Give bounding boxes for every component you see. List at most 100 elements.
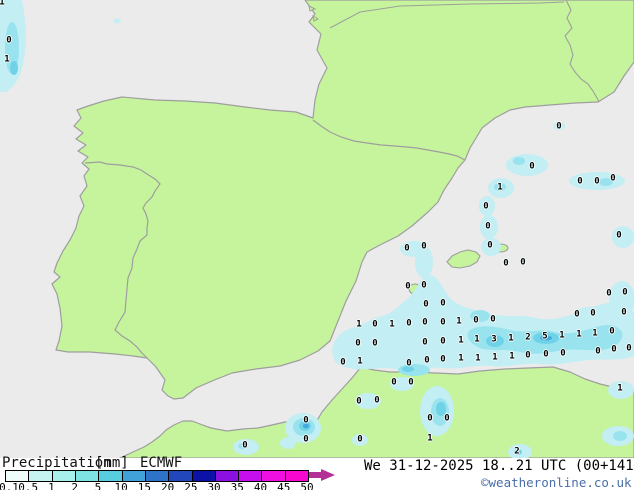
scale-tick-labels: 0.1 0.5 1 2 5 10 15 20 25 30 35 40 45 50 — [0, 481, 340, 490]
precip-value: 1 — [509, 351, 515, 362]
precip-value: 0 — [590, 308, 596, 319]
precip-value: 0 — [440, 317, 446, 328]
precip-value: 0 — [421, 280, 427, 291]
scale-segment — [145, 471, 170, 481]
precip-value: 1 — [508, 333, 514, 344]
precip-patch — [506, 154, 548, 176]
scale-tick-label: 5 — [94, 481, 102, 490]
precip-value: 0 — [626, 343, 632, 354]
precip-value: 0 — [422, 317, 428, 328]
scale-segment — [215, 471, 240, 481]
scale-tick-label: 10 — [114, 481, 128, 490]
precip-value: 0 — [423, 299, 429, 310]
precip-value: 0 — [440, 298, 446, 309]
precip-value: 0 — [6, 35, 12, 46]
precip-value: 0 — [440, 354, 446, 365]
precip-value: 0 — [487, 240, 493, 251]
precip-value: 0 — [405, 281, 411, 292]
model-label: ECMWF — [140, 455, 183, 471]
scale-segment — [192, 471, 216, 481]
legend-bar: Precipitation [mm] ECMWF 0.1 0.5 1 2 5 10 15 20… — [0, 455, 634, 490]
precip-patch — [280, 437, 296, 449]
scale-tick-label: 25 — [184, 481, 198, 490]
scale-segment — [75, 471, 100, 481]
precip-value: 0 — [621, 307, 627, 318]
precip-value: 0 — [303, 415, 309, 426]
precip-value: 1 — [497, 182, 503, 193]
scale-segment — [6, 471, 30, 481]
precip-value: 0 — [525, 350, 531, 361]
weather-map-page: 1010010000000000000000000010100010000001… — [0, 0, 634, 490]
precip-value: 0 — [242, 440, 248, 451]
precip-value: 1 — [4, 54, 10, 65]
precip-value: 1 — [356, 319, 362, 330]
precip-value: 0 — [406, 318, 412, 329]
precip-value: 0 — [406, 358, 412, 369]
precip-value: 0 — [427, 413, 433, 424]
scale-segment — [52, 471, 76, 481]
precip-value: 0 — [556, 121, 562, 132]
scale-tick-label: 35 — [230, 481, 244, 490]
precip-value: 0 — [372, 338, 378, 349]
precip-value: 0 — [356, 396, 362, 407]
precip-value: 1 — [576, 329, 582, 340]
precip-value: 0 — [408, 377, 414, 388]
precip-value: 5 — [542, 331, 548, 342]
precip-value: 0 — [485, 221, 491, 232]
unit-label: [mm] — [95, 455, 129, 471]
precip-value: 0 — [340, 357, 346, 368]
precip-value: 0 — [404, 243, 410, 254]
precip-value: 0 — [303, 434, 309, 445]
precip-patch — [513, 157, 525, 165]
precip-value: 0 — [616, 230, 622, 241]
scale-tick-label: 45 — [277, 481, 291, 490]
precip-value: 1 — [617, 383, 623, 394]
precip-value: 2 — [514, 446, 520, 457]
precip-value: 0 — [424, 355, 430, 366]
precip-value: 0 — [594, 176, 600, 187]
precip-value: 1 — [559, 330, 565, 341]
precip-value: 0 — [440, 336, 446, 347]
precip-value: 1 — [389, 319, 395, 330]
precip-value: 0 — [606, 288, 612, 299]
precip-value: 1 — [492, 352, 498, 363]
copyright-label: ©weatheronline.co.uk — [481, 475, 632, 490]
scale-segment — [169, 471, 193, 481]
scale-tick-label: 50 — [300, 481, 314, 490]
datetime-label: We 31-12-2025 18..21 UTC (00+141 — [364, 458, 634, 474]
scale-segment — [29, 471, 53, 481]
precip-value: 1 — [0, 0, 5, 8]
precip-patch — [113, 18, 121, 24]
scale-tick-label: 20 — [160, 481, 175, 490]
precip-value: 1 — [474, 334, 480, 345]
precip-value: 0 — [577, 176, 583, 187]
scale-segment — [122, 471, 146, 481]
precip-value: 1 — [357, 356, 363, 367]
precip-value: 0 — [444, 413, 450, 424]
precip-value: 1 — [456, 316, 462, 327]
precip-value: 1 — [427, 433, 433, 444]
precip-value: 0 — [473, 315, 479, 326]
scale-tick-label: 0.5 — [18, 481, 39, 490]
precip-value: 0 — [543, 349, 549, 360]
precip-value: 0 — [372, 319, 378, 330]
scale-segment — [239, 471, 263, 481]
precip-value: 0 — [374, 395, 380, 406]
precip-value: 0 — [520, 257, 526, 268]
scale-segment — [262, 471, 286, 481]
precip-value: 0 — [422, 337, 428, 348]
precip-value: 0 — [391, 377, 397, 388]
precip-patch — [10, 61, 18, 75]
precip-value: 1 — [458, 335, 464, 346]
scale-tick-label: 2 — [71, 481, 78, 490]
precip-value: 0 — [610, 173, 616, 184]
map-canvas — [0, 0, 634, 458]
precip-value: 1 — [475, 353, 481, 364]
precip-value: 1 — [458, 353, 464, 364]
precip-value: 3 — [491, 334, 497, 345]
precip-value: 0 — [483, 201, 489, 212]
weather-map: 1010010000000000000000000010100010000001… — [0, 0, 634, 458]
scale-tick-label: 30 — [207, 481, 221, 490]
scale-tick-label: 1 — [48, 481, 55, 490]
precip-value: 0 — [560, 348, 566, 359]
